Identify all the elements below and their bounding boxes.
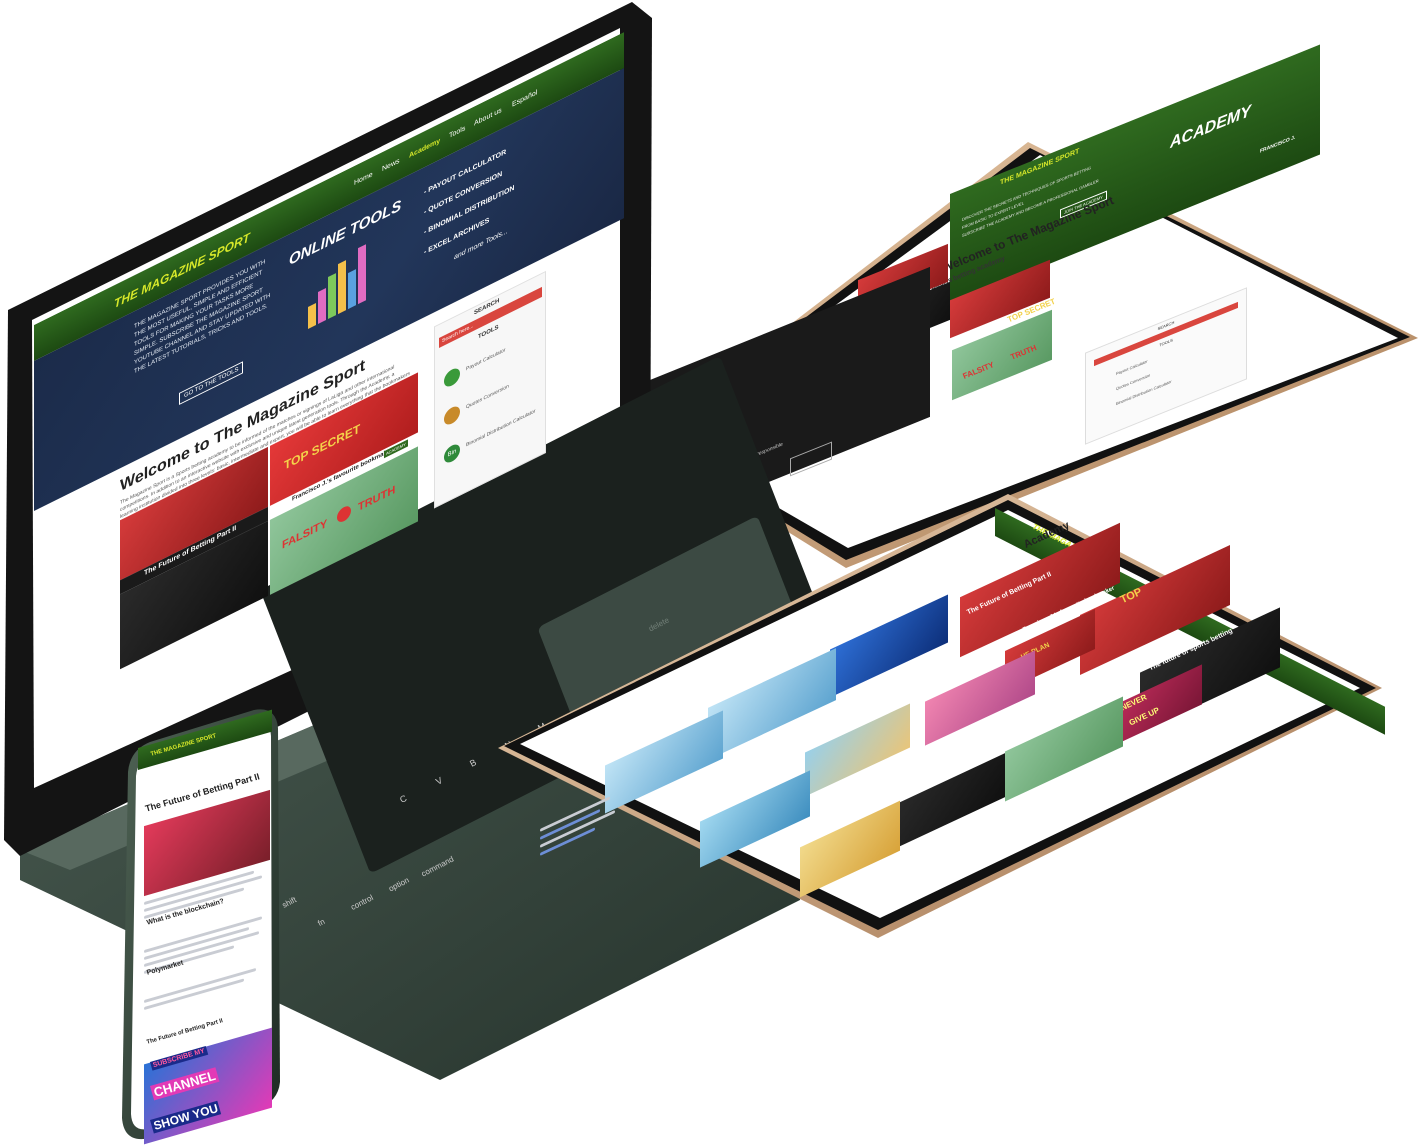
- phone-frame: [122, 709, 280, 1140]
